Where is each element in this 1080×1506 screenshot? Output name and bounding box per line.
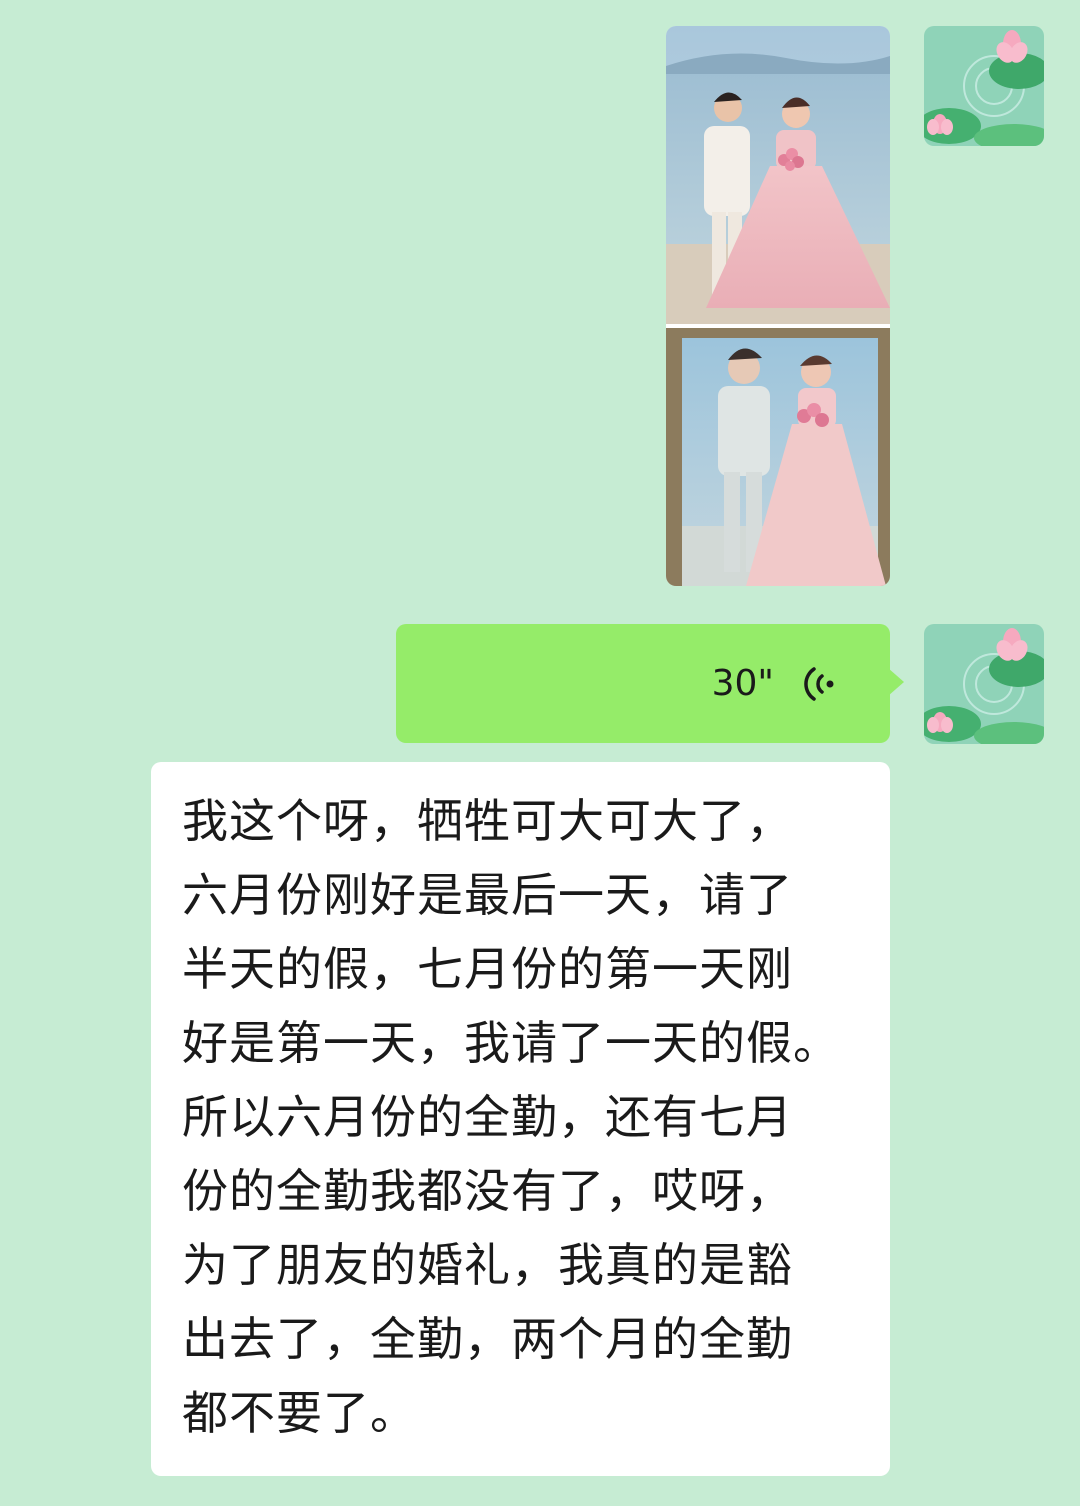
transcription-line: 出去了，全勤，两个月的全勤	[182, 1312, 793, 1366]
avatar[interactable]	[924, 26, 1044, 146]
bubble-tail	[888, 668, 904, 696]
lotus-pond-avatar-icon	[924, 624, 1044, 744]
transcription-line: 半天的假，七月份的第一天刚	[182, 942, 793, 996]
transcription-line: 好是第一天，我请了一天的假。	[182, 1016, 840, 1070]
avatar[interactable]	[924, 624, 1044, 744]
transcription-line: 份的全勤我都没有了，哎呀，	[182, 1164, 793, 1218]
voice-wave-icon	[804, 667, 834, 701]
voice-duration: 30"	[711, 663, 774, 704]
image-message[interactable]	[666, 26, 890, 586]
transcription-line: 为了朋友的婚礼，我真的是豁	[182, 1238, 793, 1292]
lotus-pond-avatar-icon	[924, 26, 1044, 146]
transcription-line: 我这个呀，牺牲可大可大了，	[182, 794, 793, 848]
transcription-line: 所以六月份的全勤，还有七月	[182, 1090, 793, 1144]
wedding-photo-image	[666, 26, 890, 586]
transcription-line: 六月份刚好是最后一天，请了	[182, 868, 793, 922]
voice-message[interactable]: 30"	[396, 624, 904, 743]
voice-transcription[interactable]: 我这个呀，牺牲可大可大了， 六月份刚好是最后一天，请了 半天的假，七月份的第一天…	[151, 762, 890, 1476]
transcription-line: 都不要了。	[182, 1386, 417, 1440]
